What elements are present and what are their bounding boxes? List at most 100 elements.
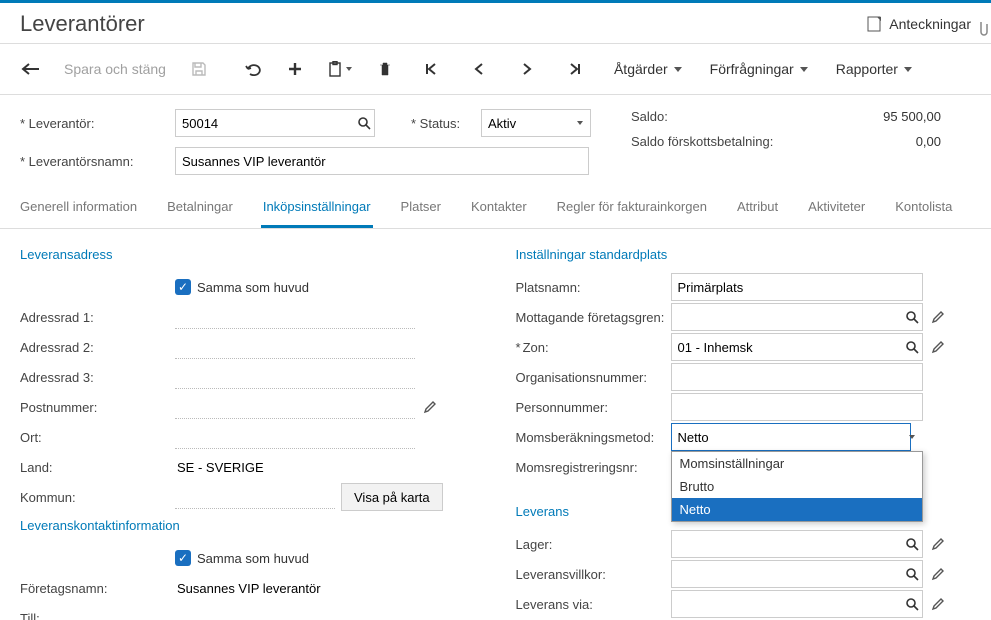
- arrow-left-icon: [21, 62, 41, 76]
- check-icon: ✓: [175, 550, 191, 566]
- zone-label: *Zon:: [516, 340, 671, 355]
- undo-icon: [244, 62, 262, 76]
- chevron-down-icon: [346, 67, 352, 71]
- ship-terms-lookup[interactable]: [671, 560, 923, 588]
- show-on-map-button[interactable]: Visa på karta: [341, 483, 443, 511]
- zone-input[interactable]: [671, 333, 923, 361]
- addr1-input[interactable]: [175, 305, 415, 329]
- warehouse-lookup[interactable]: [671, 530, 923, 558]
- tab-body: Leveransadress ✓ Samma som huvud Adressr…: [0, 229, 991, 620]
- org-number-input[interactable]: [671, 363, 923, 391]
- last-button[interactable]: [556, 52, 594, 86]
- ship-terms-input[interactable]: [671, 560, 923, 588]
- edit-icon[interactable]: [423, 400, 437, 414]
- actions-menu[interactable]: Åtgärder: [602, 52, 694, 86]
- receiving-branch-input[interactable]: [671, 303, 923, 331]
- org-number-label: Organisationsnummer:: [516, 370, 671, 385]
- vendor-name-label: Leverantörsnamn:: [20, 154, 175, 169]
- status-select[interactable]: [481, 109, 591, 137]
- contact-same-as-main-checkbox[interactable]: ✓ Samma som huvud: [175, 550, 309, 566]
- delete-button[interactable]: [366, 52, 404, 86]
- back-button[interactable]: [12, 52, 50, 86]
- vat-calc-dropdown[interactable]: MomsinställningarBruttoNetto: [671, 451, 923, 522]
- default-location-title: Inställningar standardplats: [516, 247, 972, 262]
- addr3-input[interactable]: [175, 365, 415, 389]
- first-button[interactable]: [412, 52, 450, 86]
- ship-via-lookup[interactable]: [671, 590, 923, 618]
- summary-form: Leverantör: Status: Leverantörsnamn: Sal…: [0, 95, 991, 183]
- edit-icon[interactable]: [931, 340, 945, 354]
- add-button[interactable]: [276, 52, 314, 86]
- reports-menu[interactable]: Rapporter: [824, 52, 924, 86]
- prev-button[interactable]: [460, 52, 498, 86]
- tab-kontolista[interactable]: Kontolista: [893, 189, 954, 228]
- clipboard-icon: [328, 61, 342, 77]
- notes-button[interactable]: Anteckningar: [867, 16, 971, 32]
- balance-value: 95 500,00: [821, 109, 941, 124]
- ship-terms-label: Leveransvillkor:: [516, 567, 671, 582]
- ship-via-input[interactable]: [671, 590, 923, 618]
- warehouse-input[interactable]: [671, 530, 923, 558]
- prepay-balance-label: Saldo förskottsbetalning:: [631, 134, 821, 149]
- shipping-contact-title: Leveranskontaktinformation: [20, 518, 476, 533]
- vat-option-netto[interactable]: Netto: [672, 498, 922, 521]
- same-as-main-checkbox[interactable]: ✓ Samma som huvud: [175, 279, 309, 295]
- person-number-input[interactable]: [671, 393, 923, 421]
- chevron-right-icon: [521, 62, 533, 76]
- edit-icon[interactable]: [931, 310, 945, 324]
- edit-icon[interactable]: [931, 567, 945, 581]
- vendor-lookup[interactable]: [175, 109, 375, 137]
- tab-regler-för-fakturainkorgen[interactable]: Regler för fakturainkorgen: [555, 189, 709, 228]
- save-icon: [191, 61, 207, 77]
- vendor-name-input[interactable]: [175, 147, 589, 175]
- receiving-branch-lookup[interactable]: [671, 303, 923, 331]
- last-icon: [568, 62, 582, 76]
- location-name-input[interactable]: [671, 273, 923, 301]
- status-value[interactable]: [481, 109, 591, 137]
- postal-label: Postnummer:: [20, 400, 175, 415]
- municipality-input[interactable]: [175, 485, 335, 509]
- to-input[interactable]: [175, 606, 415, 620]
- tab-inköpsinställningar[interactable]: Inköpsinställningar: [261, 189, 373, 228]
- vat-option-momsinställningar[interactable]: Momsinställningar: [672, 452, 922, 475]
- chevron-down-icon: [909, 435, 915, 439]
- shipping-address-title: Leveransadress: [20, 247, 476, 262]
- chevron-left-icon: [473, 62, 485, 76]
- vat-calc-value[interactable]: [671, 423, 911, 451]
- clipboard-button[interactable]: [318, 52, 362, 86]
- notes-label: Anteckningar: [889, 16, 971, 32]
- next-button[interactable]: [508, 52, 546, 86]
- first-icon: [424, 62, 438, 76]
- city-input[interactable]: [175, 425, 415, 449]
- vendor-input[interactable]: [175, 109, 375, 137]
- tab-betalningar[interactable]: Betalningar: [165, 189, 235, 228]
- tab-aktiviteter[interactable]: Aktiviteter: [806, 189, 867, 228]
- vat-calc-select[interactable]: [671, 423, 923, 451]
- undo-button[interactable]: [234, 52, 272, 86]
- ship-via-label: Leverans via:: [516, 597, 671, 612]
- page-title: Leverantörer: [20, 11, 145, 37]
- warehouse-label: Lager:: [516, 537, 671, 552]
- addr2-label: Adressrad 2:: [20, 340, 175, 355]
- vat-reg-label: Momsregistreringsnr:: [516, 460, 671, 475]
- country-value: [175, 455, 415, 479]
- zone-lookup[interactable]: [671, 333, 923, 361]
- toolbar: Spara och stäng: [0, 44, 991, 95]
- status-label: Status:: [411, 116, 481, 131]
- save-button[interactable]: [180, 52, 218, 86]
- attachment-icon[interactable]: [975, 20, 989, 38]
- location-name-label: Platsnamn:: [516, 280, 671, 295]
- tab-kontakter[interactable]: Kontakter: [469, 189, 529, 228]
- reports-label: Rapporter: [836, 61, 898, 77]
- postal-input[interactable]: [175, 395, 415, 419]
- edit-icon[interactable]: [931, 597, 945, 611]
- tab-generell-information[interactable]: Generell information: [18, 189, 139, 228]
- tab-strip: Generell information Betalningar Inköpsins…: [0, 189, 991, 229]
- vat-option-brutto[interactable]: Brutto: [672, 475, 922, 498]
- tab-platser[interactable]: Platser: [399, 189, 443, 228]
- edit-icon[interactable]: [931, 537, 945, 551]
- addr2-input[interactable]: [175, 335, 415, 359]
- queries-menu[interactable]: Förfrågningar: [698, 52, 820, 86]
- company-value: [175, 576, 435, 600]
- tab-attribut[interactable]: Attribut: [735, 189, 780, 228]
